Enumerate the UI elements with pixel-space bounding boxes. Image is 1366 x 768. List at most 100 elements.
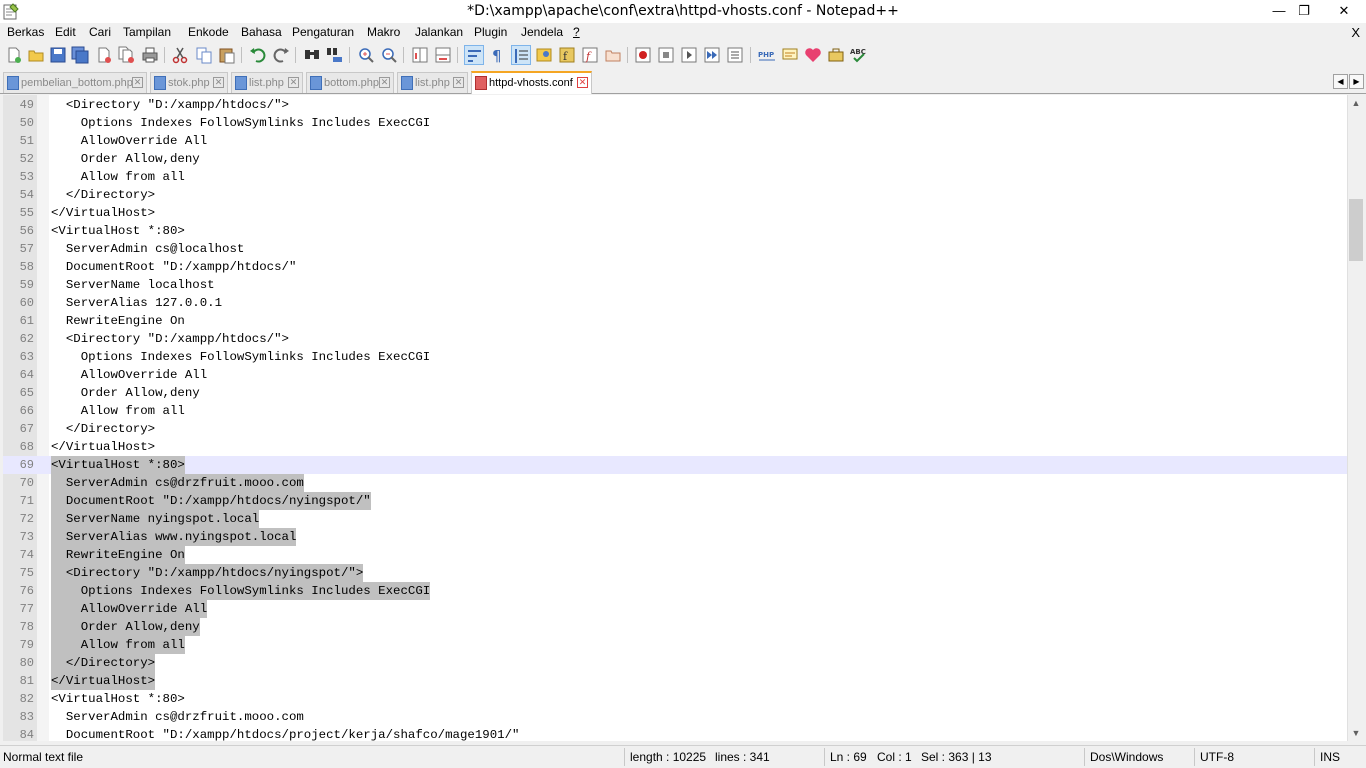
scroll-thumb[interactable] bbox=[1349, 199, 1363, 261]
menu-berkas[interactable]: Berkas bbox=[7, 25, 44, 39]
zoom-out-icon[interactable] bbox=[379, 45, 399, 65]
code-line[interactable]: 81 </VirtualHost> bbox=[3, 672, 1347, 690]
tab-list-2[interactable]: list.php ✕ bbox=[397, 72, 468, 93]
code-text[interactable]: </VirtualHost> bbox=[51, 204, 155, 222]
tab-bottom[interactable]: bottom.php ✕ bbox=[306, 72, 394, 93]
code-line[interactable]: 65 Order Allow,deny bbox=[3, 384, 1347, 402]
code-line[interactable]: 68 </VirtualHost> bbox=[3, 438, 1347, 456]
print-icon[interactable] bbox=[140, 45, 160, 65]
code-text[interactable]: ServerAdmin cs@drzfruit.mooo.com bbox=[51, 474, 304, 492]
code-editor[interactable]: 49 <Directory "D:/xampp/htdocs/"> 50 Opti… bbox=[3, 95, 1347, 741]
code-text[interactable]: DocumentRoot "D:/xampp/htdocs/" bbox=[51, 258, 297, 276]
code-text[interactable]: Order Allow,deny bbox=[51, 618, 200, 636]
menu-plugin[interactable]: Plugin bbox=[474, 25, 507, 39]
code-line[interactable]: 67 </Directory> bbox=[3, 420, 1347, 438]
code-text[interactable]: </Directory> bbox=[51, 186, 155, 204]
save-icon[interactable] bbox=[48, 45, 68, 65]
sync-vertical-icon[interactable] bbox=[410, 45, 430, 65]
code-text[interactable]: </Directory> bbox=[51, 420, 155, 438]
code-line[interactable]: 57 ServerAdmin cs@localhost bbox=[3, 240, 1347, 258]
undo-icon[interactable] bbox=[248, 45, 268, 65]
code-text[interactable]: <Directory "D:/xampp/htdocs/"> bbox=[51, 330, 289, 348]
menu-jendela[interactable]: Jendela bbox=[521, 25, 563, 39]
code-text[interactable]: ServerAlias www.nyingspot.local bbox=[51, 528, 297, 546]
indent-guide-icon[interactable] bbox=[511, 45, 531, 65]
code-text[interactable]: Allow from all bbox=[51, 168, 185, 186]
code-text[interactable]: Order Allow,deny bbox=[51, 384, 200, 402]
code-line[interactable]: 49 <Directory "D:/xampp/htdocs/"> bbox=[3, 96, 1347, 114]
replace-icon[interactable] bbox=[325, 45, 345, 65]
menu-tampilan[interactable]: Tampilan bbox=[123, 25, 171, 39]
code-line[interactable]: 71 DocumentRoot "D:/xampp/htdocs/nyingsp… bbox=[3, 492, 1347, 510]
code-line[interactable]: 51 AllowOverride All bbox=[3, 132, 1347, 150]
tag-icon[interactable] bbox=[780, 45, 800, 65]
show-all-chars-icon[interactable]: ¶ bbox=[487, 45, 507, 65]
code-line[interactable]: 69 <VirtualHost *:80> bbox=[3, 456, 1347, 474]
code-line[interactable]: 56 <VirtualHost *:80> bbox=[3, 222, 1347, 240]
zoom-in-icon[interactable] bbox=[356, 45, 376, 65]
tab-close-icon[interactable]: ✕ bbox=[453, 77, 464, 88]
code-text[interactable]: </Directory> bbox=[51, 654, 156, 672]
code-text[interactable]: <VirtualHost *:80> bbox=[51, 456, 185, 474]
code-line[interactable]: 59 ServerName localhost bbox=[3, 276, 1347, 294]
code-line[interactable]: 55 </VirtualHost> bbox=[3, 204, 1347, 222]
heart-icon[interactable] bbox=[803, 45, 823, 65]
code-line[interactable]: 58 DocumentRoot "D:/xampp/htdocs/" bbox=[3, 258, 1347, 276]
php-icon[interactable]: PHP bbox=[757, 45, 777, 65]
code-text[interactable]: Options Indexes FollowSymlinks Includes … bbox=[51, 348, 430, 366]
menu-cari[interactable]: Cari bbox=[89, 25, 111, 39]
code-line[interactable]: 77 AllowOverride All bbox=[3, 600, 1347, 618]
code-text[interactable]: RewriteEngine On bbox=[51, 546, 185, 564]
code-text[interactable]: <VirtualHost *:80> bbox=[51, 222, 185, 240]
code-line[interactable]: 72 ServerName nyingspot.local bbox=[3, 510, 1347, 528]
code-line[interactable]: 79 Allow from all bbox=[3, 636, 1347, 654]
code-text[interactable]: AllowOverride All bbox=[51, 366, 207, 384]
code-text[interactable]: DocumentRoot "D:/xampp/htdocs/nyingspot/… bbox=[51, 492, 371, 510]
code-text[interactable]: <Directory "D:/xampp/htdocs/nyingspot/"> bbox=[51, 564, 364, 582]
close-window-button[interactable]: ✕ bbox=[1322, 0, 1366, 22]
code-line[interactable]: 73 ServerAlias www.nyingspot.local bbox=[3, 528, 1347, 546]
code-text[interactable]: DocumentRoot "D:/xampp/htdocs/project/ke… bbox=[51, 726, 520, 741]
sync-horizontal-icon[interactable] bbox=[433, 45, 453, 65]
code-text[interactable]: Allow from all bbox=[51, 636, 185, 654]
code-line[interactable]: 61 RewriteEngine On bbox=[3, 312, 1347, 330]
scroll-down-button[interactable]: ▼ bbox=[1348, 725, 1364, 741]
redo-icon[interactable] bbox=[271, 45, 291, 65]
tab-scroll-left-button[interactable]: ◀ bbox=[1333, 74, 1348, 89]
code-text[interactable]: </VirtualHost> bbox=[51, 672, 156, 690]
doc-map-icon[interactable] bbox=[534, 45, 554, 65]
code-line[interactable]: 50 Options Indexes FollowSymlinks Includ… bbox=[3, 114, 1347, 132]
monitoring-icon[interactable] bbox=[603, 45, 623, 65]
function-list-icon[interactable]: f bbox=[557, 45, 577, 65]
save-macro-icon[interactable] bbox=[725, 45, 745, 65]
spell-check-icon[interactable]: ABC bbox=[849, 45, 869, 65]
menu-enkode[interactable]: Enkode bbox=[188, 25, 229, 39]
code-line[interactable]: 63 Options Indexes FollowSymlinks Includ… bbox=[3, 348, 1347, 366]
code-line[interactable]: 64 AllowOverride All bbox=[3, 366, 1347, 384]
code-text[interactable]: ServerName nyingspot.local bbox=[51, 510, 260, 528]
tab-close-icon[interactable]: ✕ bbox=[288, 77, 299, 88]
code-text[interactable]: ServerAdmin cs@drzfruit.mooo.com bbox=[51, 708, 304, 726]
menu-pengaturan[interactable]: Pengaturan bbox=[292, 25, 354, 39]
tab-close-icon[interactable]: ✕ bbox=[379, 77, 390, 88]
cut-icon[interactable] bbox=[170, 45, 190, 65]
code-text[interactable]: <VirtualHost *:80> bbox=[51, 690, 185, 708]
folder-workspace-icon[interactable]: f bbox=[580, 45, 600, 65]
code-line[interactable]: 53 Allow from all bbox=[3, 168, 1347, 186]
code-line[interactable]: 70 ServerAdmin cs@drzfruit.mooo.com bbox=[3, 474, 1347, 492]
code-text[interactable]: Allow from all bbox=[51, 402, 185, 420]
menu-makro[interactable]: Makro bbox=[367, 25, 400, 39]
menu-bahasa[interactable]: Bahasa bbox=[241, 25, 282, 39]
copy-icon[interactable] bbox=[194, 45, 214, 65]
code-line[interactable]: 84 DocumentRoot "D:/xampp/htdocs/project… bbox=[3, 726, 1347, 741]
new-file-icon[interactable] bbox=[4, 45, 24, 65]
code-line[interactable]: 66 Allow from all bbox=[3, 402, 1347, 420]
code-text[interactable]: RewriteEngine On bbox=[51, 312, 185, 330]
close-icon[interactable] bbox=[94, 45, 114, 65]
code-line[interactable]: 62 <Directory "D:/xampp/htdocs/"> bbox=[3, 330, 1347, 348]
stop-record-icon[interactable] bbox=[656, 45, 676, 65]
save-all-icon[interactable] bbox=[70, 45, 90, 65]
run-macro-multiple-icon[interactable] bbox=[702, 45, 722, 65]
tab-pembelian-bottom[interactable]: pembelian_bottom.php ✕ bbox=[3, 72, 147, 93]
code-line[interactable]: 60 ServerAlias 127.0.0.1 bbox=[3, 294, 1347, 312]
